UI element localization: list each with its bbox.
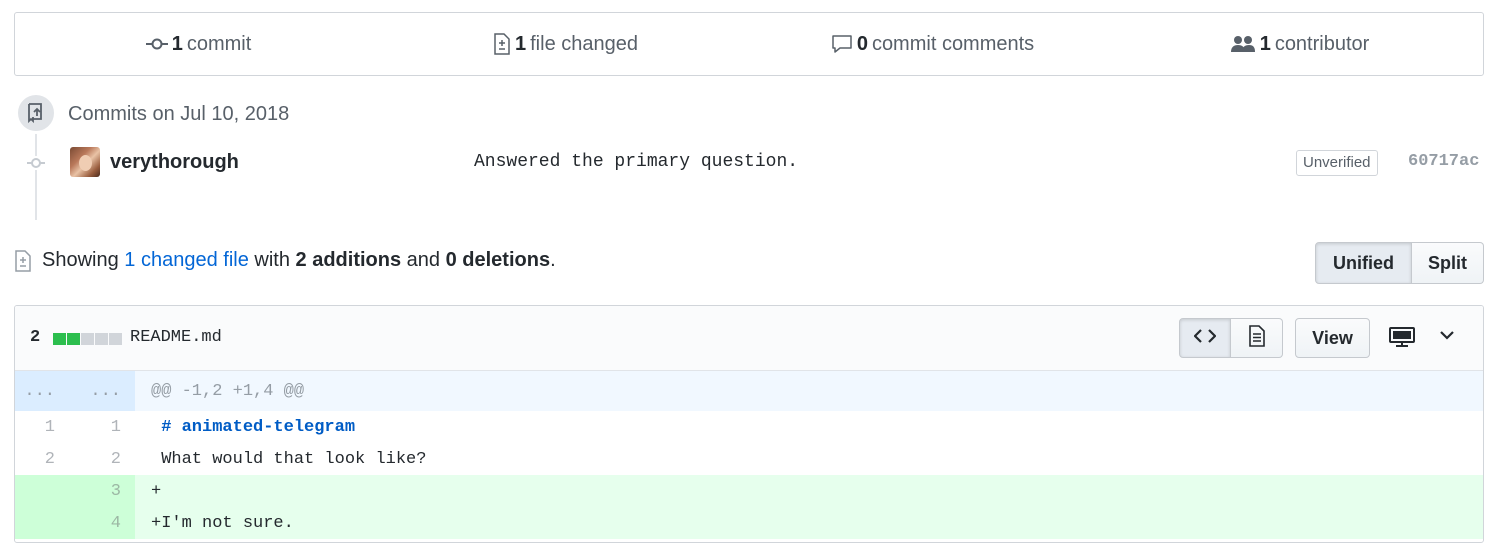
line-content: +I'm not sure. — [135, 507, 1483, 539]
diff-summary: Showing 1 changed file with 2 additions … — [14, 249, 556, 272]
files-label: file changed — [530, 32, 638, 55]
line-text: I'm not sure. — [161, 513, 294, 533]
hunk-header: @@ -1,2 +1,4 @@ — [135, 371, 1483, 411]
toc-suffix: . — [550, 249, 556, 271]
unverified-badge[interactable]: Unverified — [1296, 150, 1378, 176]
new-line-number[interactable]: 3 — [75, 475, 135, 507]
view-file-button[interactable]: View — [1295, 318, 1370, 358]
commit-sha[interactable]: 60717ac — [1408, 152, 1479, 171]
line-content: + — [135, 475, 1483, 507]
diff-table: ... ... @@ -1,2 +1,4 @@ 1 1 # animated-t… — [15, 371, 1483, 539]
comments-label: commit comments — [871, 32, 1035, 55]
diffstat-block-neutral — [109, 333, 122, 345]
commit-dot-icon — [27, 156, 45, 170]
people-icon — [1230, 34, 1256, 54]
deletions-count: 0 deletions — [445, 249, 551, 271]
split-button[interactable]: Split — [1412, 242, 1484, 284]
diff-line: 1 1 # animated-telegram — [15, 411, 1483, 443]
old-line-number[interactable]: 1 — [15, 411, 75, 443]
diff-view-toggle: Unified Split — [1315, 242, 1484, 284]
summary-commits[interactable]: 1 commit — [15, 33, 382, 56]
changed-files-link[interactable]: 1 changed file — [124, 249, 249, 272]
file-diff: 2 README.md View ... ... @@ -1,2 +1,4 @@… — [14, 305, 1484, 543]
contributors-label: contributor — [1274, 32, 1370, 55]
git-commit-icon — [145, 37, 168, 51]
diffstat-block-neutral — [81, 333, 94, 345]
diff-line: 2 2 What would that look like? — [15, 443, 1483, 475]
line-content: # animated-telegram — [135, 411, 1483, 443]
chevron-down-icon[interactable] — [1439, 328, 1455, 346]
additions-count: 2 additions — [295, 249, 402, 271]
old-line-number — [15, 475, 75, 507]
summary-contributors[interactable]: 1 contributor — [1116, 33, 1483, 56]
toc-mid2: and — [406, 249, 441, 271]
line-prefix — [151, 450, 161, 469]
new-line-number[interactable]: 2 — [75, 443, 135, 475]
desktop-icon[interactable] — [1389, 326, 1415, 353]
hunk-expand-new[interactable]: ... — [75, 371, 135, 411]
diffstat-blocks — [53, 333, 122, 345]
diffstat-count: 2 — [30, 328, 41, 347]
summary-comments[interactable]: 0 commit comments — [749, 33, 1116, 56]
diffstat-block-add — [67, 333, 80, 345]
file-diff-icon — [14, 249, 32, 272]
new-line-number[interactable]: 1 — [75, 411, 135, 443]
commit-author[interactable]: verythorough — [110, 151, 239, 174]
diffstat-block-add — [53, 333, 66, 345]
timeline-line — [35, 120, 37, 220]
line-prefix: + — [151, 481, 162, 501]
rich-diff-button[interactable] — [1231, 318, 1283, 358]
old-line-number — [15, 507, 75, 539]
commit-message[interactable]: Answered the primary question. — [474, 152, 798, 172]
contributors-count: 1 — [1259, 32, 1271, 55]
new-line-number[interactable]: 4 — [75, 507, 135, 539]
line-prefix: + — [151, 513, 162, 533]
diff-line-added: 4 +I'm not sure. — [15, 507, 1483, 539]
display-toggle — [1179, 318, 1283, 358]
line-text: What would that look like? — [161, 449, 427, 469]
source-diff-button[interactable] — [1179, 318, 1231, 358]
file-diff-icon — [493, 33, 511, 55]
diffstat-block-neutral — [95, 333, 108, 345]
hunk-header-row: ... ... @@ -1,2 +1,4 @@ — [15, 371, 1483, 411]
toc-mid1: with — [254, 249, 290, 271]
commits-label: commit — [186, 32, 252, 55]
toc-prefix: Showing — [42, 249, 119, 271]
files-count: 1 — [515, 32, 527, 55]
old-line-number[interactable]: 2 — [15, 443, 75, 475]
line-content: What would that look like? — [135, 443, 1483, 475]
commits-date-heading: Commits on Jul 10, 2018 — [68, 103, 290, 125]
comments-count: 0 — [856, 32, 868, 55]
repo-push-icon — [15, 92, 57, 134]
line-text: # animated-telegram — [161, 417, 356, 437]
avatar[interactable] — [70, 147, 100, 177]
comment-icon — [831, 34, 853, 54]
diff-line-added: 3 + — [15, 475, 1483, 507]
commits-count: 1 — [171, 32, 183, 55]
hunk-expand-old[interactable]: ... — [15, 371, 75, 411]
code-icon — [1193, 328, 1217, 349]
summary-files[interactable]: 1 file changed — [382, 33, 749, 56]
summary-bar: 1 commit 1 file changed 0 commit comment… — [14, 12, 1484, 76]
unified-button[interactable]: Unified — [1315, 242, 1412, 284]
file-text-icon — [1248, 324, 1266, 352]
file-header: 2 README.md View — [15, 306, 1483, 371]
file-name[interactable]: README.md — [130, 328, 222, 347]
line-prefix — [151, 418, 161, 437]
